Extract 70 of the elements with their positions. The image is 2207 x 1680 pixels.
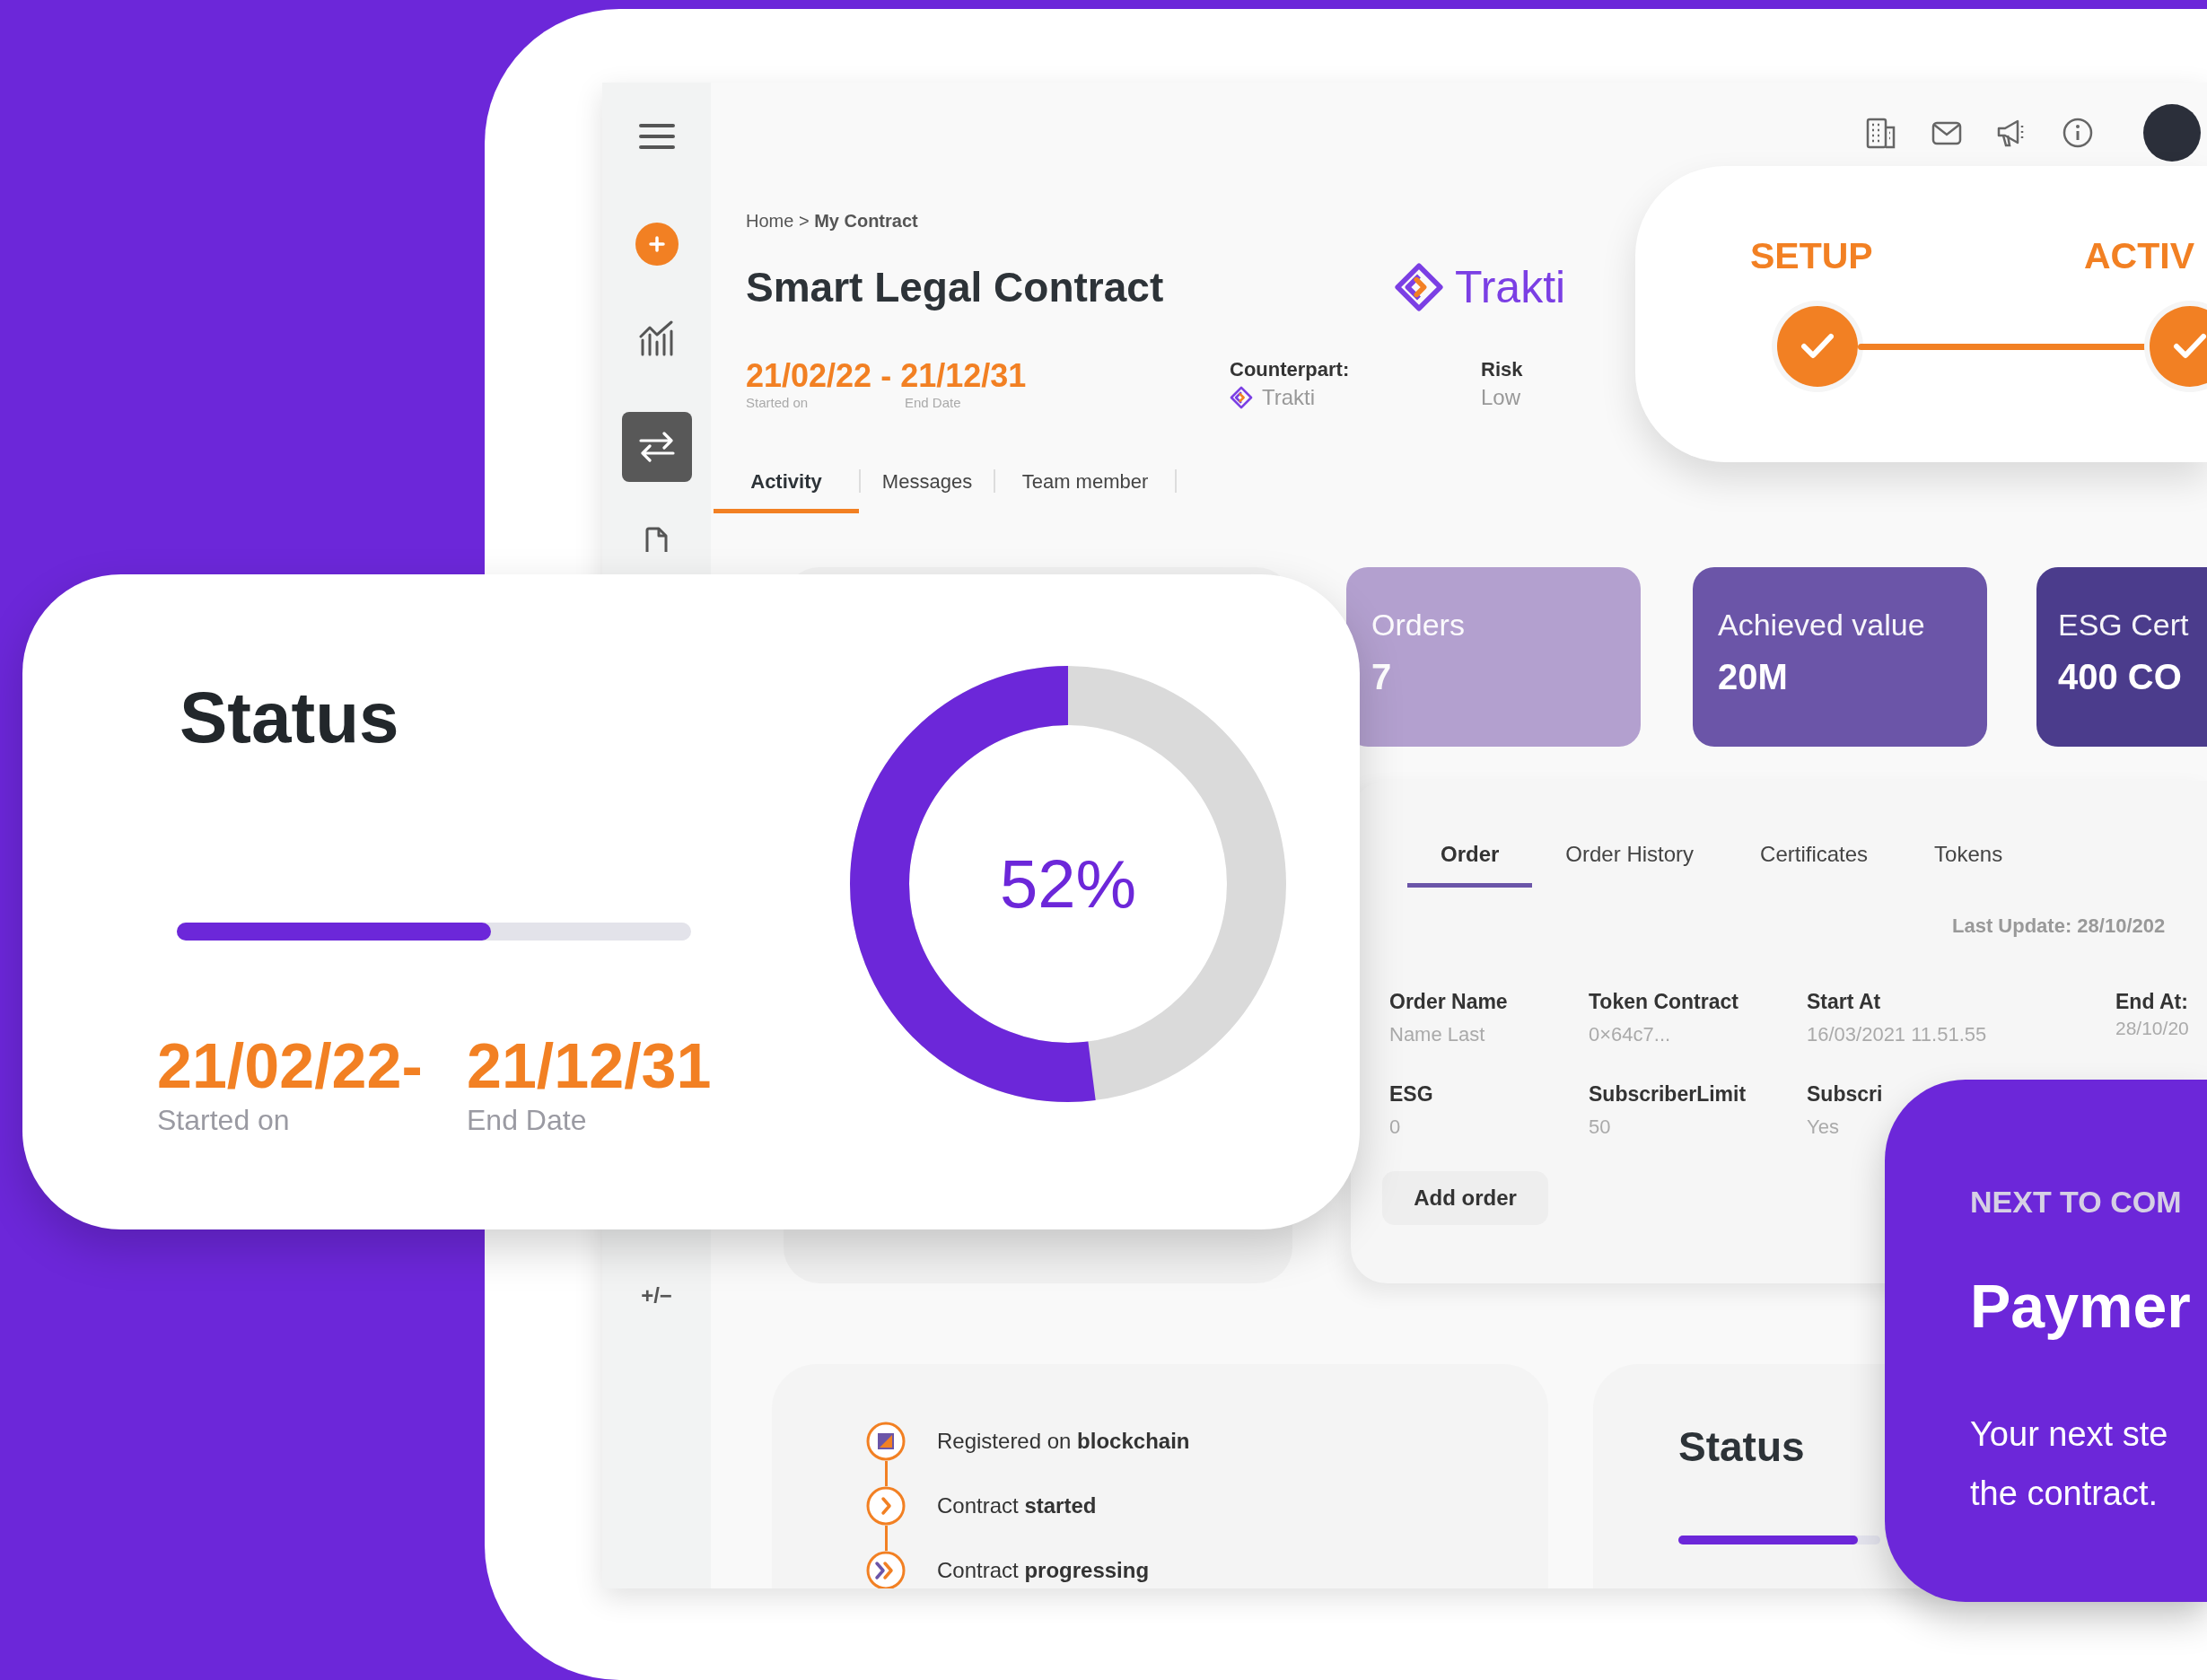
field-value: 50 bbox=[1589, 1116, 1612, 1139]
menu-icon[interactable] bbox=[638, 123, 675, 150]
plus-minus-button[interactable]: +/− bbox=[641, 1283, 672, 1308]
field-value: Yes bbox=[1807, 1116, 1840, 1139]
stat-value: 400 CO bbox=[2058, 657, 2183, 697]
add-icon[interactable] bbox=[635, 223, 679, 266]
tab[interactable]: Messages bbox=[861, 458, 994, 513]
stat-label: Achieved value bbox=[1718, 607, 1926, 643]
field-label: Order Name bbox=[1389, 990, 1509, 1014]
card-text: Your next ste bbox=[1970, 1414, 2169, 1455]
logo-icon bbox=[1394, 262, 1444, 312]
breadcrumb: Home > My Contract bbox=[746, 210, 919, 232]
add-order-button[interactable]: Add order bbox=[1382, 1171, 1548, 1225]
stat-label: ESG Cert bbox=[2058, 607, 2190, 643]
check-icon bbox=[1800, 332, 1835, 361]
connector-line bbox=[884, 1461, 888, 1486]
step-label: SETUP bbox=[1750, 234, 1874, 278]
step-icon bbox=[866, 1422, 906, 1461]
activity-text: Contract started bbox=[937, 1493, 1097, 1518]
last-update: Last Update: 28/10/202 bbox=[1952, 914, 2167, 938]
contract-dates: 21/02/22 - 21/12/31 bbox=[746, 357, 1028, 395]
tab[interactable]: Order History bbox=[1532, 842, 1728, 888]
field-value: 0×64c7... bbox=[1589, 1023, 1672, 1046]
activity-text: Registered on blockchain bbox=[937, 1429, 1190, 1454]
logo-text: Trakti bbox=[1455, 261, 1566, 313]
field-label: Counterpart: bbox=[1230, 357, 1351, 382]
tab[interactable]: Tokens bbox=[1901, 842, 2036, 888]
page-title: Smart Legal Contract bbox=[746, 263, 1165, 311]
activity-text: Contract progressing bbox=[937, 1558, 1150, 1583]
start-date: 21/02/22- bbox=[157, 1030, 424, 1102]
card-title: Paymer bbox=[1970, 1271, 2192, 1342]
tab[interactable]: Order bbox=[1407, 842, 1533, 888]
field-label: End At: bbox=[2115, 990, 2189, 1014]
date-label: End Date bbox=[905, 395, 961, 410]
field-label: ESG bbox=[1389, 1082, 1434, 1107]
date-label: End Date bbox=[467, 1104, 588, 1137]
nav-button[interactable] bbox=[621, 412, 692, 482]
card-eyebrow: NEXT TO COM bbox=[1970, 1184, 2183, 1220]
card-title: Status bbox=[1678, 1422, 1805, 1471]
tab[interactable]: Activity bbox=[714, 458, 859, 513]
field-value: Low bbox=[1481, 384, 1521, 411]
field-value: Trakti bbox=[1262, 384, 1316, 411]
field-value: Name Last bbox=[1389, 1023, 1486, 1046]
stat-label: Orders bbox=[1371, 607, 1466, 643]
tab[interactable]: Certificates bbox=[1727, 842, 1902, 888]
field-label: Token Contract bbox=[1589, 990, 1739, 1014]
connector-line bbox=[884, 1526, 888, 1551]
field-label: Subscri bbox=[1807, 1082, 1884, 1107]
date-label: Started on bbox=[746, 395, 810, 410]
stat-value: 7 bbox=[1371, 657, 1393, 697]
field-label: SubscriberLimit bbox=[1589, 1082, 1747, 1107]
date-label: Started on bbox=[157, 1104, 291, 1137]
percent-text: 52% bbox=[998, 848, 1138, 920]
tab[interactable]: Team member bbox=[995, 458, 1175, 513]
step-label: ACTIV bbox=[2084, 234, 2194, 278]
logo-icon bbox=[1230, 386, 1253, 409]
card-title: Status bbox=[180, 677, 400, 759]
field-value: 0 bbox=[1389, 1116, 1402, 1139]
field-value: 16/03/2021 11.51.55 bbox=[1807, 1023, 1988, 1046]
field-label: Start At bbox=[1807, 990, 1882, 1014]
check-icon bbox=[2172, 332, 2207, 361]
building-icon[interactable] bbox=[1865, 117, 1897, 149]
step-icon bbox=[866, 1486, 906, 1526]
field-label: Risk bbox=[1481, 357, 1523, 382]
stat-value: 20M bbox=[1718, 657, 1789, 697]
field-value: 28/10/20 bbox=[2115, 1018, 2190, 1039]
card-text: the contract. bbox=[1970, 1474, 2159, 1514]
end-date: 21/12/31 bbox=[467, 1030, 713, 1102]
info-icon[interactable] bbox=[2062, 117, 2094, 149]
chart-icon[interactable] bbox=[638, 319, 675, 356]
